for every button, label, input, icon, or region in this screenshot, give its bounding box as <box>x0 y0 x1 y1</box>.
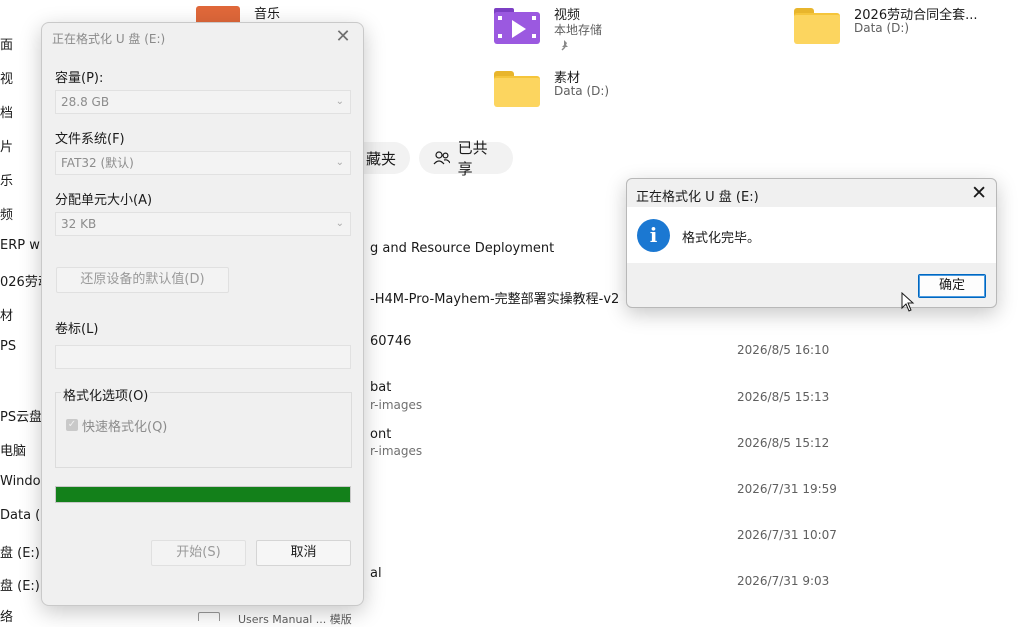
allocation-select[interactable]: 32 KB ⌄ <box>55 212 351 236</box>
nav-item[interactable]: 络 <box>0 606 13 625</box>
pin-icon <box>561 40 568 51</box>
message-content: i 格式化完毕。 <box>627 207 996 263</box>
nav-item[interactable]: 片 <box>0 136 13 155</box>
chevron-down-icon: ⌄ <box>335 218 344 229</box>
nav-item[interactable]: 电脑 <box>0 440 26 459</box>
chevron-down-icon: ⌄ <box>335 96 344 107</box>
nav-item[interactable]: 档 <box>0 102 13 121</box>
file-name[interactable]: -H4M-Pro-Mayhem-完整部署实操教程-v2 <box>370 288 619 307</box>
nav-item[interactable]: PS <box>0 339 16 354</box>
format-complete-dialog: 正在格式化 U 盘 (E:) ✕ i 格式化完毕。 确定 <box>626 178 997 308</box>
volume-input[interactable] <box>55 345 351 369</box>
filesystem-select[interactable]: FAT32 (默认) ⌄ <box>55 151 351 175</box>
nav-item[interactable]: 盘 (E:) <box>0 575 40 594</box>
file-name[interactable]: g and Resource Deployment <box>370 241 554 256</box>
file-name[interactable]: ont <box>370 427 391 442</box>
quick-access-location: Data (D:) <box>854 21 910 35</box>
document-icon <box>198 612 220 621</box>
file-name[interactable]: 60746 <box>370 334 411 349</box>
allocation-label: 分配单元大小(A) <box>55 193 153 208</box>
cancel-button[interactable]: 取消 <box>256 540 351 566</box>
file-date: 2026/7/31 10:07 <box>737 528 837 542</box>
allocation-value: 32 KB <box>61 217 97 231</box>
format-options-title: 格式化选项(O) <box>61 385 151 404</box>
volume-label: 卷标(L) <box>55 322 99 337</box>
progress-fill <box>56 487 350 502</box>
file-name[interactable]: Users Manual ... 模版 <box>238 611 352 627</box>
start-button[interactable]: 开始(S) <box>151 540 246 566</box>
message-box-title: 正在格式化 U 盘 (E:) <box>636 190 759 205</box>
dialog-title: 正在格式化 U 盘 (E:) <box>52 32 166 46</box>
nav-item[interactable]: 材 <box>0 305 13 324</box>
format-dialog: 正在格式化 U 盘 (E:) ✕ 容量(P): 28.8 GB ⌄ 文件系统(F… <box>41 22 364 606</box>
file-date: 2026/7/31 9:03 <box>737 574 830 588</box>
nav-item[interactable]: PS云盘 <box>0 406 42 425</box>
restore-defaults-button[interactable]: 还原设备的默认值(D) <box>56 267 229 293</box>
filesystem-label: 文件系统(F) <box>55 132 125 147</box>
quick-access-location: Data (D:) <box>554 84 610 98</box>
file-location: r-images <box>370 444 423 458</box>
capacity-label: 容量(P): <box>55 71 104 86</box>
file-date: 2026/7/31 19:59 <box>737 482 837 496</box>
info-icon: i <box>637 219 670 252</box>
file-name[interactable]: al <box>370 566 382 581</box>
format-progress-bar <box>55 486 351 503</box>
nav-item[interactable]: 盘 (E:) <box>0 542 40 561</box>
quick-format-label: 快速格式化(Q) <box>82 420 168 435</box>
people-icon <box>433 151 450 165</box>
chevron-down-icon: ⌄ <box>335 157 344 168</box>
folder-icon <box>794 8 840 44</box>
shared-label: 已共享 <box>457 139 488 178</box>
mouse-pointer-icon <box>901 292 915 312</box>
dialog-titlebar[interactable]: 正在格式化 U 盘 (E:) ✕ <box>42 23 363 53</box>
nav-item[interactable]: 乐 <box>0 170 13 189</box>
capacity-select[interactable]: 28.8 GB ⌄ <box>55 90 351 114</box>
file-name[interactable]: bat <box>370 380 391 395</box>
filesystem-value: FAT32 (默认) <box>61 156 134 170</box>
nav-item[interactable]: 视 <box>0 68 13 87</box>
close-icon[interactable]: ✕ <box>333 27 353 47</box>
file-date: 2026/8/5 15:12 <box>737 436 830 450</box>
quick-format-checkbox[interactable]: ✓ <box>66 419 78 431</box>
favorites-label: 藏夹 <box>366 149 397 168</box>
close-icon[interactable]: ✕ <box>971 182 987 204</box>
file-date: 2026/8/5 15:13 <box>737 390 830 404</box>
music-folder-icon <box>196 6 240 22</box>
nav-item[interactable]: 频 <box>0 204 13 223</box>
message-text: 格式化完毕。 <box>682 231 761 246</box>
ok-button[interactable]: 确定 <box>918 274 986 298</box>
video-folder-icon <box>494 8 540 44</box>
folder-icon <box>494 71 540 107</box>
file-location: r-images <box>370 398 423 412</box>
file-date: 2026/8/5 16:10 <box>737 343 830 357</box>
shared-filter[interactable]: 已共享 <box>419 139 513 178</box>
nav-item[interactable]: 面 <box>0 34 13 53</box>
quick-access-location: 本地存储 <box>554 23 603 37</box>
quick-access-label: 音乐 <box>254 7 281 22</box>
capacity-value: 28.8 GB <box>61 95 110 109</box>
